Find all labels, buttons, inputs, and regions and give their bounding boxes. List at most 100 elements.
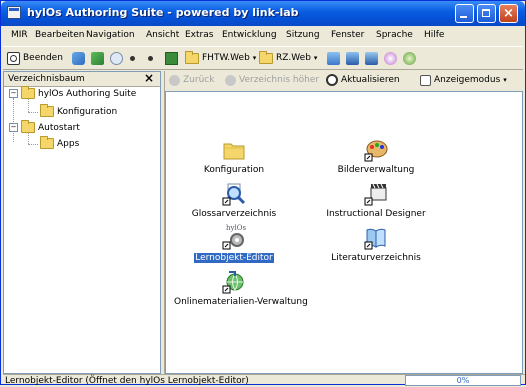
menu-entwicklung[interactable]: Entwicklung <box>222 30 277 40</box>
menu-hilfe[interactable]: Hilfe <box>424 30 444 40</box>
view-mode-label: Anzeigemodus <box>434 75 501 85</box>
progress-bar: 0% <box>405 375 521 386</box>
menu-sitzung[interactable]: Sitzung <box>286 30 320 40</box>
folder-icon <box>40 136 54 149</box>
view-mode-button[interactable]: Anzeigemodus ▾ <box>420 73 507 87</box>
palette-icon <box>364 140 388 162</box>
grid-icon[interactable] <box>165 52 178 65</box>
quit-label: Beenden <box>23 53 63 63</box>
menu-navigation[interactable]: Navigation <box>86 30 135 40</box>
back-label: Zurück <box>183 75 215 85</box>
app-window-icon <box>7 6 21 19</box>
back-arrow-icon <box>169 74 180 86</box>
refresh-label: Aktualisieren <box>341 75 400 85</box>
folder-icon <box>223 143 245 160</box>
folder-icon <box>21 86 35 99</box>
item-instructional-designer[interactable]: Instructional Designer <box>316 182 436 226</box>
item-literaturverzeichnis[interactable]: Literaturverzeichnis <box>316 226 436 270</box>
minimize-icon <box>460 16 467 18</box>
brush-icon[interactable] <box>91 52 104 65</box>
tree-node-label: Konfiguration <box>57 106 118 117</box>
folder-icon <box>21 120 35 133</box>
up-arrow-icon <box>225 74 236 86</box>
monitor-icon[interactable] <box>327 52 340 65</box>
menu-bearbeiten[interactable]: Bearbeiten <box>35 30 84 40</box>
tree-node-apps[interactable]: Apps <box>40 136 80 149</box>
fhtw-web-label: FHTW.Web <box>202 53 250 63</box>
view-mode-dropdown-icon: ▾ <box>503 76 507 84</box>
menu-bar: MIR Bearbeiten Navigation Ansicht Extras… <box>3 27 523 45</box>
tree-node-label: Autostart <box>38 122 80 133</box>
magnifier-icon <box>222 183 246 206</box>
item-label: Onlinematerialien-Verwaltung <box>174 297 308 307</box>
view-mode-icon <box>420 74 431 86</box>
dot-icon-2[interactable] <box>148 56 153 61</box>
item-view: Konfiguration Bilderverwaltung Glossarve… <box>165 91 523 374</box>
tree-node-konfiguration[interactable]: Konfiguration <box>40 104 118 117</box>
menu-extras[interactable]: Extras <box>185 30 213 40</box>
tree-node-label: Apps <box>57 138 80 149</box>
dot-icon-1[interactable] <box>130 56 135 61</box>
content-panel: Zurück Verzeichnis höher Aktualisieren A… <box>164 71 525 374</box>
image-icon[interactable] <box>365 52 378 65</box>
main-window: hylOs Authoring Suite - powered by link-… <box>0 0 526 387</box>
menu-sprache[interactable]: Sprache <box>376 30 413 40</box>
folder-icon <box>40 104 54 117</box>
maximize-icon <box>482 9 490 17</box>
close-button[interactable]: × <box>499 4 518 23</box>
up-label: Verzeichnis höher <box>239 75 320 85</box>
minimize-button[interactable] <box>455 4 474 23</box>
tree-node-autostart[interactable]: − Autostart <box>9 120 80 133</box>
rz-web-button[interactable]: RZ.Web ▾ <box>259 50 317 66</box>
photo-icon[interactable] <box>346 52 359 65</box>
title-bar[interactable]: hylOs Authoring Suite - powered by link-… <box>1 1 525 26</box>
folder-web-icon-2 <box>259 50 273 64</box>
collapse-icon[interactable]: − <box>9 123 18 132</box>
main-toolbar: Beenden FHTW.Web ▾ RZ.Web ▾ <box>3 46 523 70</box>
progress-text: 0% <box>456 376 470 385</box>
tree-panel-title: Verzeichnisbaum <box>8 74 85 84</box>
power-icon <box>7 51 20 65</box>
book-icon <box>364 228 386 250</box>
item-lernobjekt-editor[interactable]: hylOs Lernobjekt-Editor <box>174 224 294 270</box>
directory-tree-panel: Verzeichnisbaum × − hylOs Authoring Suit… <box>3 71 161 374</box>
status-bar: Lernobjekt-Editor (Öffnet den hylOs Lern… <box>3 374 525 387</box>
item-onlinematerialien-verwaltung[interactable]: Onlinematerialien-Verwaltung <box>174 270 308 314</box>
rz-web-label: RZ.Web <box>276 53 311 63</box>
item-label: Konfiguration <box>203 165 265 175</box>
refresh-button[interactable]: Aktualisieren <box>326 73 400 87</box>
tree-node-root[interactable]: − hylOs Authoring Suite <box>9 86 137 99</box>
edit-icon[interactable] <box>72 52 85 65</box>
item-label: Literaturverzeichnis <box>331 253 421 263</box>
item-glossarverzeichnis[interactable]: Glossarverzeichnis <box>174 182 294 226</box>
item-bilderverwaltung[interactable]: Bilderverwaltung <box>316 138 436 182</box>
menu-mir[interactable]: MIR <box>11 30 28 40</box>
clapperboard-icon <box>364 183 387 206</box>
cd-icon[interactable] <box>384 52 397 65</box>
quit-button[interactable]: Beenden <box>7 50 63 66</box>
globe-tool-icon[interactable] <box>403 52 416 65</box>
up-button[interactable]: Verzeichnis höher <box>225 73 319 87</box>
globe-icon <box>222 271 244 294</box>
item-label: Lernobjekt-Editor <box>194 253 274 263</box>
fhtw-web-button[interactable]: FHTW.Web ▾ <box>185 50 256 66</box>
menu-fenster[interactable]: Fenster <box>331 30 364 40</box>
fhtw-dropdown-icon: ▾ <box>252 54 257 62</box>
item-konfiguration[interactable]: Konfiguration <box>174 138 294 182</box>
maximize-button[interactable] <box>477 4 496 23</box>
tree-panel-header: Verzeichnisbaum × <box>4 71 160 87</box>
close-panel-icon[interactable]: × <box>144 71 154 85</box>
hylos-badge: hylOs <box>226 224 247 232</box>
item-label: Bilderverwaltung <box>337 165 415 175</box>
folder-web-icon <box>185 50 199 64</box>
collapse-icon[interactable]: − <box>9 89 18 98</box>
item-label: Instructional Designer <box>326 209 426 219</box>
rz-dropdown-icon: ▾ <box>313 54 318 62</box>
refresh-icon <box>326 74 338 86</box>
tree-node-label: hylOs Authoring Suite <box>38 88 137 99</box>
back-button[interactable]: Zurück <box>169 73 214 87</box>
item-label: Glossarverzeichnis <box>191 209 277 219</box>
menu-ansicht[interactable]: Ansicht <box>146 30 179 40</box>
content-toolbar: Zurück Verzeichnis höher Aktualisieren A… <box>165 71 525 89</box>
settings-icon[interactable] <box>110 52 123 65</box>
